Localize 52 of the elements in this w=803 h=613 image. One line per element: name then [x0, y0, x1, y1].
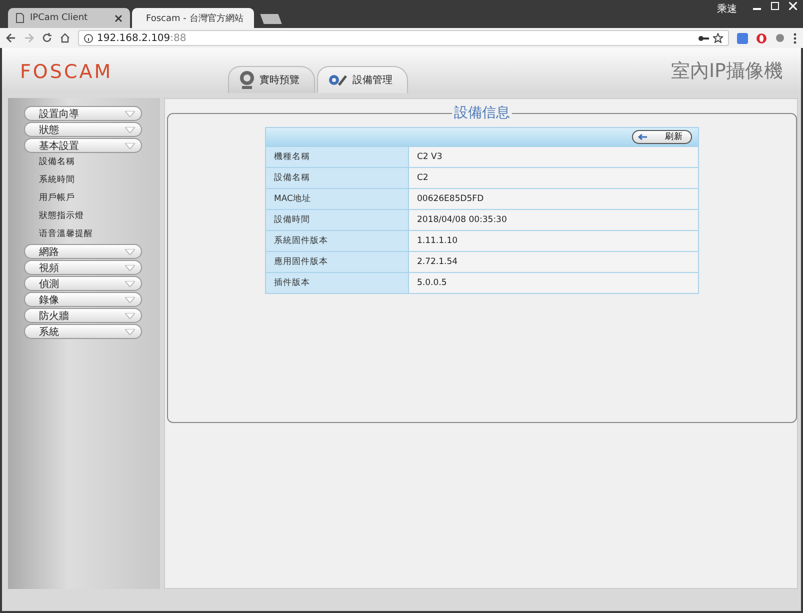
menu-item[interactable]: 狀態	[24, 122, 142, 137]
key-icon[interactable]	[698, 34, 709, 42]
home-icon[interactable]	[60, 33, 70, 43]
submenu-item[interactable]: 用戶帳戶	[24, 190, 160, 207]
info-icon	[84, 34, 93, 42]
browser-tab[interactable]: Foscam - 台灣官方網站	[132, 8, 254, 28]
logo: FOSCAM	[20, 60, 113, 82]
menu-item[interactable]: 基本設置	[24, 138, 142, 153]
submenu-item[interactable]: 狀態指示燈	[24, 208, 160, 225]
back-icon[interactable]	[6, 33, 16, 43]
refresh-button[interactable]: 刷新	[632, 130, 692, 144]
panel-title: 設備信息	[452, 104, 512, 122]
field-label: 應用固件版本	[266, 252, 409, 272]
profile-name[interactable]: 乘速	[717, 2, 737, 16]
field-label: 系統固件版本	[266, 231, 409, 251]
maximize-icon[interactable]	[771, 2, 779, 10]
field-value: C2	[409, 168, 698, 188]
field-value: 00626E85D5FD	[409, 189, 698, 209]
field-label: 插件版本	[266, 273, 409, 293]
webcam-icon	[238, 71, 255, 89]
nav-tab[interactable]: 設備管理	[316, 66, 408, 93]
field-value: 1.11.1.10	[409, 231, 698, 251]
reload-icon[interactable]	[42, 33, 52, 43]
menu-item[interactable]: 錄像	[24, 292, 142, 307]
url-text: 192.168.2.109:88	[97, 32, 186, 44]
menu-item[interactable]: 防火牆	[24, 308, 142, 323]
submenu-item[interactable]: 系統時間	[24, 172, 160, 189]
page-icon	[16, 13, 24, 23]
field-label: 設備名稱	[266, 168, 409, 188]
field-label: 設備時間	[266, 210, 409, 230]
nav-tab[interactable]: 實時預覽	[228, 66, 315, 93]
field-value: C2 V3	[409, 147, 698, 167]
menu-icon[interactable]	[793, 32, 797, 44]
submenu-item[interactable]: 設備名稱	[24, 154, 160, 171]
star-icon[interactable]	[713, 33, 723, 43]
return-arrow-icon	[637, 133, 649, 141]
browser-tab[interactable]: IPCam Client	[8, 8, 130, 28]
new-tab-button[interactable]	[260, 14, 282, 24]
menu-item[interactable]: 偵測	[24, 276, 142, 291]
field-value: 2018/04/08 00:35:30	[409, 210, 698, 230]
menu-item[interactable]: 網路	[24, 244, 142, 259]
address-field[interactable]: 192.168.2.109:88	[78, 30, 729, 46]
field-label: 機種名稱	[266, 147, 409, 167]
submenu-item[interactable]: 语音溫馨提醒	[24, 226, 160, 243]
menu-item[interactable]: 設置向導	[24, 106, 142, 121]
close-icon[interactable]	[115, 14, 122, 22]
field-label: MAC地址	[266, 189, 409, 209]
menu-item[interactable]: 系統	[24, 324, 142, 339]
product-title: 室內IP攝像機	[670, 58, 783, 84]
field-value: 2.72.1.54	[409, 252, 698, 272]
menu-item[interactable]: 視頻	[24, 260, 142, 275]
field-value: 5.0.0.5	[409, 273, 698, 293]
